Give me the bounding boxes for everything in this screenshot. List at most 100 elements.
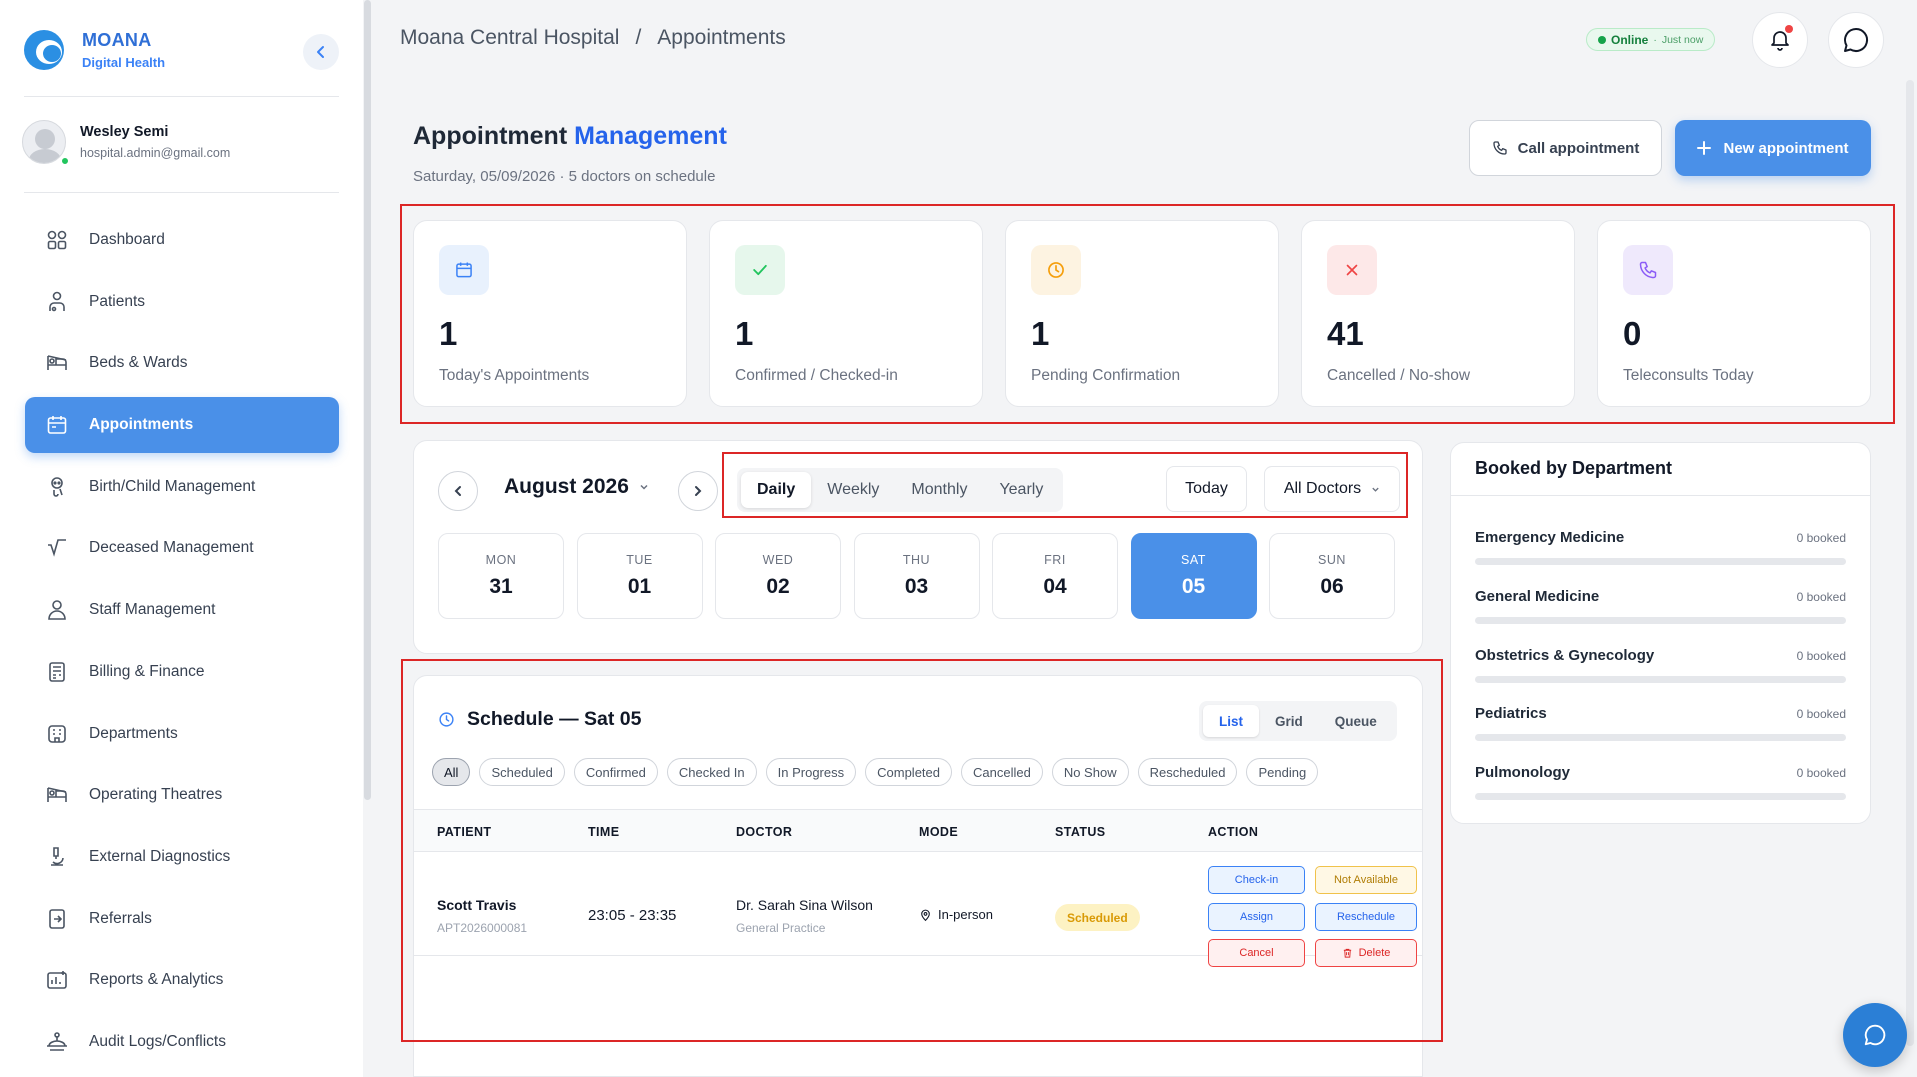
day-name: WED	[762, 553, 794, 567]
messages-button[interactable]	[1828, 12, 1884, 68]
sidebar-item-appointments[interactable]: Appointments	[25, 397, 339, 454]
breadcrumb-separator: /	[635, 26, 642, 49]
chevron-left-icon	[314, 45, 328, 59]
day-name: SUN	[1318, 553, 1346, 567]
brand[interactable]: MOANA Digital Health	[24, 30, 165, 70]
audit-icon	[45, 1030, 69, 1054]
staff-icon	[45, 598, 69, 622]
sidebar-item-external-diagnostics[interactable]: External Diagnostics	[25, 829, 339, 885]
month-selector[interactable]: August 2026	[504, 475, 649, 499]
department-item[interactable]: Pulmonology 0 booked	[1475, 764, 1846, 800]
sidebar-item-label: Operating Theatres	[89, 786, 223, 804]
sidebar-scrollbar[interactable]	[364, 0, 371, 800]
day-date: 06	[1320, 575, 1344, 598]
day-wed[interactable]: WED 02	[715, 533, 841, 619]
week-strip: MON 31 TUE 01 WED 02 THU 03 FRI 04 SAT 05 SUN 0…	[438, 533, 1395, 619]
department-item[interactable]: Obstetrics & Gynecology 0 booked	[1475, 647, 1846, 683]
page-title-main: Appointment	[413, 122, 568, 150]
new-appointment-button[interactable]: New appointment	[1675, 120, 1871, 176]
department-name: Pulmonology	[1475, 764, 1570, 781]
notifications-button[interactable]	[1752, 12, 1808, 68]
beds-icon	[45, 351, 69, 375]
sidebar-item-departments[interactable]: Departments	[25, 706, 339, 762]
next-month-button[interactable]	[678, 471, 718, 511]
billing-icon	[45, 660, 69, 684]
day-name: SAT	[1181, 553, 1206, 567]
sidebar-item-operating-theatres[interactable]: Operating Theatres	[25, 767, 339, 823]
topbar: Moana Central Hospital / Appointments On…	[372, 0, 1917, 80]
day-mon[interactable]: MON 31	[438, 533, 564, 619]
sidebar-item-label: Audit Logs/Conflicts	[89, 1032, 226, 1050]
day-fri[interactable]: FRI 04	[992, 533, 1118, 619]
sidebar-item-label: Appointments	[89, 416, 194, 434]
prev-month-button[interactable]	[438, 471, 478, 511]
day-date: 01	[627, 575, 652, 598]
sidebar-item-audit-logs[interactable]: Audit Logs/Conflicts	[25, 1014, 339, 1070]
department-item[interactable]: Pediatrics 0 booked	[1475, 705, 1846, 741]
department-progress-bar	[1475, 617, 1846, 624]
chevron-right-icon	[692, 485, 704, 497]
day-name: MON	[485, 553, 517, 567]
sidebar-item-referrals[interactable]: Referrals	[25, 891, 339, 947]
department-count: 0 booked	[1796, 707, 1846, 721]
department-name: Emergency Medicine	[1475, 529, 1625, 546]
sidebar-item-label: Beds & Wards	[89, 354, 188, 372]
sidebar-item-staff[interactable]: Staff Management	[25, 582, 339, 638]
day-sat[interactable]: SAT 05	[1130, 533, 1257, 619]
page-subtitle: Saturday, 05/09/2026 · 5 doctors on sche…	[413, 168, 716, 185]
sidebar-item-label: Dashboard	[89, 231, 165, 248]
phone-icon	[1492, 140, 1508, 156]
sidebar-item-patients[interactable]: Patients	[25, 274, 339, 330]
department-progress-bar	[1475, 793, 1846, 800]
day-date: 31	[489, 575, 513, 598]
sidebar-item-deceased[interactable]: Deceased Management	[25, 520, 339, 576]
day-date: 02	[766, 575, 790, 598]
divider	[1451, 495, 1870, 496]
brand-name: MOANA	[82, 30, 152, 50]
day-date: 03	[904, 575, 929, 598]
avatar	[22, 120, 66, 164]
department-progress-bar	[1475, 558, 1846, 565]
day-tue[interactable]: TUE 01	[576, 533, 703, 619]
status-time: Just now	[1661, 33, 1704, 46]
sidebar-item-reports[interactable]: Reports & Analytics	[25, 952, 339, 1008]
user-profile[interactable]: Wesley Semi hospital.admin@gmail.com	[22, 120, 230, 166]
sidebar-item-dashboard[interactable]: Dashboard	[25, 212, 339, 268]
breadcrumb-hospital[interactable]: Moana Central Hospital	[400, 26, 619, 50]
dashboard-icon	[45, 228, 69, 252]
chat-fab-button[interactable]	[1843, 1003, 1907, 1067]
month-label: August 2026	[504, 475, 629, 498]
department-item[interactable]: Emergency Medicine 0 booked	[1475, 529, 1846, 565]
sidebar-item-billing[interactable]: Billing & Finance	[25, 644, 339, 700]
baby-icon	[45, 475, 69, 499]
main-scrollbar[interactable]	[1906, 80, 1914, 1046]
patients-icon	[45, 290, 69, 314]
department-count: 0 booked	[1796, 766, 1846, 780]
day-sun[interactable]: SUN 06	[1269, 533, 1395, 619]
chat-bubble-icon	[1862, 1022, 1888, 1048]
sidebar-item-label: Departments	[89, 724, 178, 742]
highlight-frame-view-controls	[722, 452, 1408, 518]
sidebar-item-beds-wards[interactable]: Beds & Wards	[25, 335, 339, 391]
sidebar-item-label: Referrals	[89, 909, 152, 927]
sidebar-item-label: Staff Management	[89, 601, 216, 619]
day-name: TUE	[626, 553, 653, 567]
call-appointment-label: Call appointment	[1517, 139, 1640, 157]
department-count: 0 booked	[1796, 649, 1846, 663]
department-panel-title: Booked by Department	[1475, 458, 1673, 478]
collapse-sidebar-button[interactable]	[303, 34, 339, 70]
status-separator: ·	[1653, 33, 1657, 46]
day-date: 05	[1181, 575, 1206, 598]
page-title: Appointment Management	[413, 122, 727, 151]
reports-icon	[45, 968, 69, 992]
chat-bubble-icon	[1842, 26, 1870, 54]
department-item[interactable]: General Medicine 0 booked	[1475, 588, 1846, 624]
divider	[24, 192, 339, 193]
sidebar-item-birth-child[interactable]: Birth/Child Management	[25, 459, 339, 515]
call-appointment-button[interactable]: Call appointment	[1469, 120, 1662, 176]
day-thu[interactable]: THU 03	[853, 533, 980, 619]
breadcrumb: Moana Central Hospital / Appointments	[400, 26, 786, 50]
microscope-icon	[45, 845, 69, 869]
user-name: Wesley Semi	[80, 124, 169, 140]
sidebar: MOANA Digital Health Wesley Semi hospita…	[0, 0, 363, 1077]
